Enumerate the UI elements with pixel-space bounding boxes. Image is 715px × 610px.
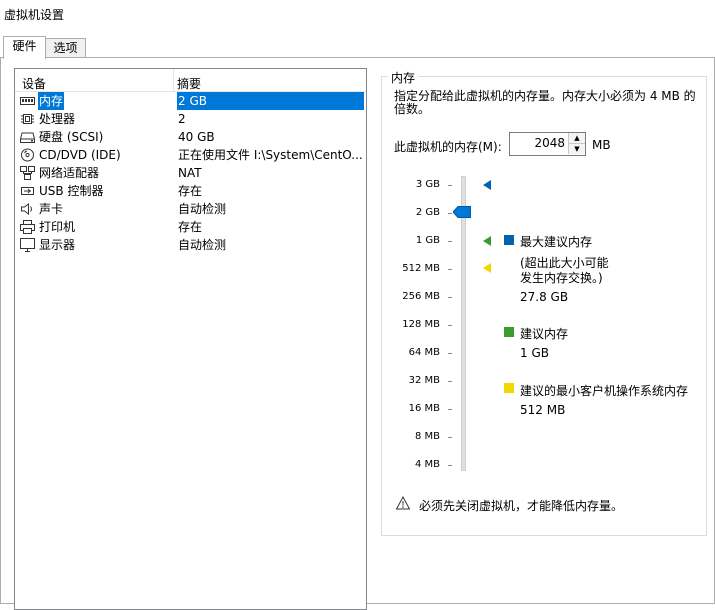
memory-unit: MB (592, 138, 611, 152)
minimum-legend-title: 建议的最小客户机操作系统内存 (520, 384, 689, 398)
tab-options[interactable]: 选项 (45, 38, 86, 58)
minimum-legend-swatch (504, 383, 514, 393)
device-summary: 自动检测 (178, 238, 227, 252)
memory-field-label: 此虚拟机的内存(M): (394, 140, 502, 154)
device-row-printer[interactable]: 打印机 存在 (15, 218, 366, 236)
scale-tick (448, 353, 452, 354)
column-header-summary[interactable]: 摘要 (177, 75, 201, 92)
hard-disk-icon (20, 132, 35, 143)
device-name: USB 控制器 (39, 184, 104, 198)
device-row-cd-dvd[interactable]: CD/DVD (IDE) 正在使用文件 I:\System\CentO... (15, 146, 366, 164)
scale-tick (448, 297, 452, 298)
monitor-icon (20, 238, 35, 252)
scale-tick (448, 381, 452, 382)
device-name: 打印机 (39, 220, 76, 234)
recommended-legend-title: 建议内存 (520, 327, 569, 341)
device-list[interactable]: 设备 摘要 内存 2 GB 处理器 2 硬盘 (SCSI) 40 GB CD/D… (14, 68, 367, 610)
scale-tick (448, 465, 452, 466)
network-adapter-icon (20, 166, 35, 180)
scale-tick (448, 325, 452, 326)
recommended-legend-value: 1 GB (520, 346, 549, 360)
spin-down-button[interactable]: ▼ (568, 144, 585, 154)
device-summary: 2 (178, 112, 186, 126)
scale-label: 4 MB (414, 459, 440, 470)
tab-strip: 硬件 选项 (0, 36, 715, 59)
scale-tick (448, 241, 452, 242)
device-name: 网络适配器 (39, 166, 100, 180)
device-summary: 存在 (178, 184, 203, 198)
scale-tick (448, 269, 452, 270)
max-legend-swatch (504, 235, 514, 245)
device-name: 硬盘 (SCSI) (39, 130, 104, 144)
scale-tick (448, 437, 452, 438)
device-row-processor[interactable]: 处理器 2 (15, 110, 366, 128)
device-row-usb-controller[interactable]: USB 控制器 存在 (15, 182, 366, 200)
scale-label: 16 MB (408, 403, 440, 414)
memory-description: 指定分配给此虚拟机的内存量。内存大小必须为 4 MB 的倍数。 (394, 89, 696, 116)
device-row-display[interactable]: 显示器 自动检测 (15, 236, 366, 254)
printer-icon (20, 220, 35, 234)
warning-text: 必须先关闭虚拟机，才能降低内存量。 (419, 499, 624, 513)
cd-dvd-icon (21, 148, 34, 162)
tab-hardware[interactable]: 硬件 (3, 36, 46, 59)
cpu-icon (21, 114, 34, 124)
memory-spinbox[interactable]: ▲ ▼ (509, 132, 586, 156)
column-header-device[interactable]: 设备 (22, 75, 46, 92)
max-recommended-marker (483, 180, 491, 190)
memory-group-title: 内存 (388, 69, 419, 86)
speaker-icon (21, 203, 32, 215)
window-title: 虚拟机设置 (4, 8, 65, 22)
device-name: 显示器 (39, 238, 76, 252)
memory-slider-thumb[interactable] (453, 206, 471, 218)
max-legend-note-line2: 发生内存交换。) (520, 271, 603, 285)
scale-label: 1 GB (415, 235, 440, 246)
scale-tick (448, 213, 452, 214)
recommended-marker (483, 236, 491, 246)
device-name: 声卡 (39, 202, 64, 216)
device-summary: NAT (178, 166, 202, 180)
device-summary: 2 GB (177, 92, 364, 110)
spin-up-button[interactable]: ▲ (568, 133, 585, 144)
device-row-sound-card[interactable]: 声卡 自动检测 (15, 200, 366, 218)
device-summary: 40 GB (178, 130, 215, 144)
scale-label: 512 MB (402, 263, 440, 274)
scale-tick (448, 185, 452, 186)
memory-slider-track[interactable] (461, 176, 466, 471)
scale-label: 128 MB (402, 319, 440, 330)
warning-icon (396, 496, 410, 510)
device-summary: 存在 (178, 220, 203, 234)
scale-label: 3 GB (415, 179, 440, 190)
scale-label: 64 MB (408, 347, 440, 358)
device-row-hard-disk[interactable]: 硬盘 (SCSI) 40 GB (15, 128, 366, 146)
max-legend-title: 最大建议内存 (520, 235, 593, 249)
max-legend-value: 27.8 GB (520, 290, 569, 304)
scale-label: 256 MB (402, 291, 440, 302)
device-list-header: 设备 摘要 (15, 69, 366, 92)
scale-tick (448, 409, 452, 410)
device-summary: 自动检测 (178, 202, 227, 216)
device-name: 处理器 (39, 112, 76, 126)
memory-input[interactable] (510, 133, 568, 153)
device-summary: 正在使用文件 I:\System\CentO... (178, 148, 363, 162)
title-bar: 虚拟机设置 (0, 0, 715, 28)
scale-label: 2 GB (415, 207, 440, 218)
scale-label: 8 MB (414, 431, 440, 442)
device-name: CD/DVD (IDE) (39, 148, 121, 162)
memory-icon (20, 97, 35, 105)
minimum-legend-value: 512 MB (520, 403, 566, 417)
device-row-memory[interactable]: 内存 2 GB (15, 92, 366, 110)
usb-icon (21, 187, 34, 195)
device-name: 内存 (38, 92, 65, 110)
minimum-marker (483, 263, 491, 273)
scale-label: 32 MB (408, 375, 440, 386)
device-row-network-adapter[interactable]: 网络适配器 NAT (15, 164, 366, 182)
recommended-legend-swatch (504, 327, 514, 337)
